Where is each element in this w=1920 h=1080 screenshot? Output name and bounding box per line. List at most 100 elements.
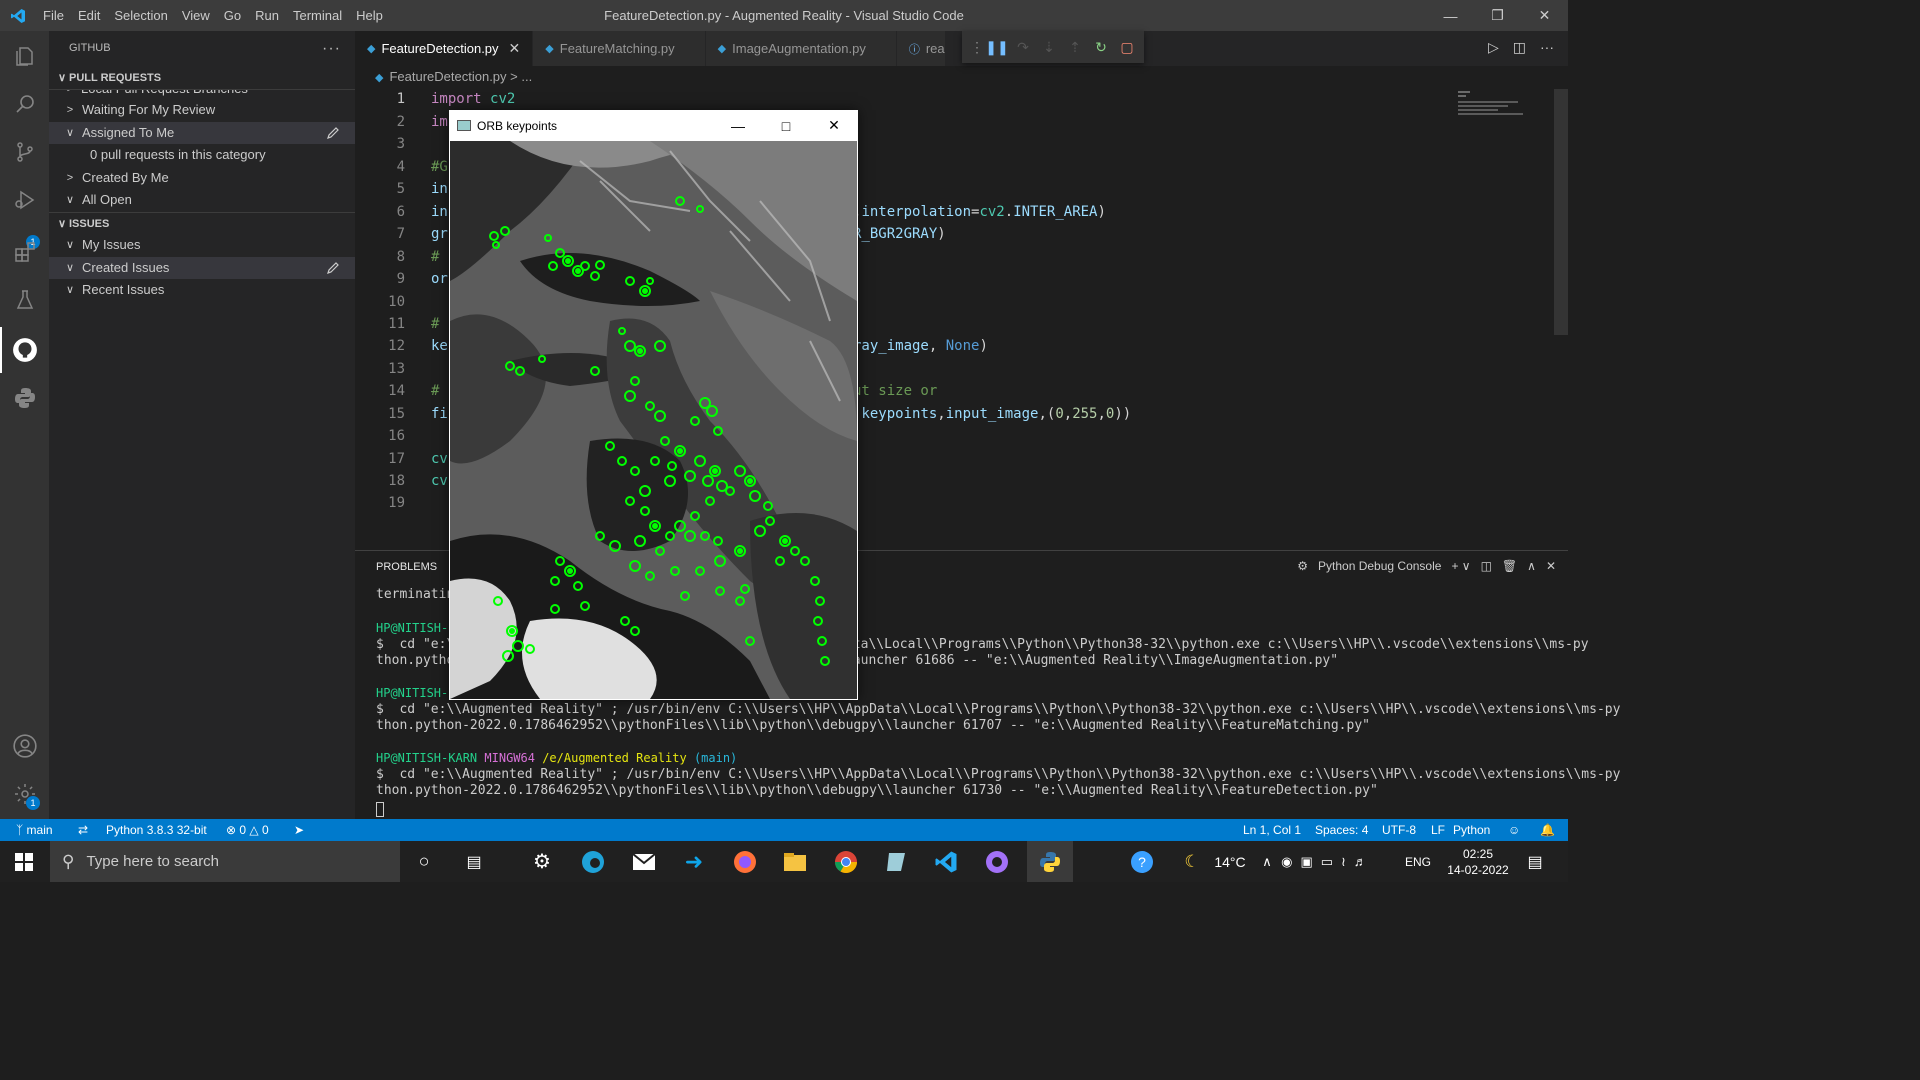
- branch-status[interactable]: ᛉ main: [16, 819, 53, 841]
- python-interpreter[interactable]: Python 3.8.3 32-bit: [106, 819, 207, 841]
- problems-status[interactable]: ⊗ 0 △ 0: [226, 819, 269, 841]
- system-tray-icons[interactable]: ◉ ▣ ▭ ≀ ♬: [1280, 841, 1368, 882]
- pr-assigned-to-me[interactable]: ∨ Assigned To Me: [49, 122, 355, 144]
- settings-app-icon[interactable]: ⚙: [522, 841, 562, 882]
- drag-handle-icon[interactable]: ⋮⋮: [970, 39, 998, 56]
- close-tab-icon[interactable]: ✕: [509, 40, 521, 57]
- line-ending[interactable]: LF: [1431, 819, 1445, 841]
- terminal-selector[interactable]: Python Debug Console: [1318, 559, 1441, 573]
- menu-help[interactable]: Help: [349, 0, 390, 31]
- tab-feature-detection[interactable]: ◆ FeatureDetection.py ✕: [355, 31, 534, 66]
- run-python-icon[interactable]: ▷: [1488, 39, 1499, 56]
- edge-icon[interactable]: [573, 841, 613, 882]
- source-control-icon[interactable]: [0, 129, 49, 175]
- cv-maximize-icon[interactable]: □: [762, 110, 810, 141]
- chrome-icon[interactable]: [826, 841, 866, 882]
- menu-edit[interactable]: Edit: [71, 0, 107, 31]
- menu-run[interactable]: Run: [248, 0, 286, 31]
- minimap[interactable]: [1458, 89, 1538, 129]
- pull-requests-section[interactable]: ∨ PULL REQUESTS: [49, 67, 355, 89]
- indentation[interactable]: Spaces: 4: [1315, 819, 1368, 841]
- code-line: keypoints,input_image,(0,255,0)): [861, 406, 1132, 422]
- trash-icon[interactable]: 🗑: [1502, 559, 1517, 573]
- file-explorer-icon[interactable]: [775, 841, 815, 882]
- settings-gear-icon[interactable]: [0, 771, 49, 817]
- taskbar-search[interactable]: ⚲ Type here to search: [50, 841, 400, 882]
- menu-go[interactable]: Go: [217, 0, 248, 31]
- chevron-down-icon: ∨: [65, 194, 75, 206]
- power-automate-icon[interactable]: ➜: [674, 841, 714, 882]
- maximize-panel-icon[interactable]: ∧: [1527, 559, 1536, 573]
- step-out-icon[interactable]: ⇡: [1062, 39, 1088, 56]
- new-terminal-icon[interactable]: + ∨: [1451, 559, 1470, 573]
- task-view-icon[interactable]: ▤: [454, 841, 494, 882]
- mail-icon[interactable]: [624, 841, 664, 882]
- search-icon[interactable]: [0, 81, 49, 127]
- issues-recent-issues[interactable]: ∨ Recent Issues: [49, 279, 355, 301]
- minimize-icon[interactable]: —: [1427, 0, 1474, 31]
- notes-app-icon[interactable]: [876, 841, 916, 882]
- pr-waiting-for-review[interactable]: > Waiting For My Review: [49, 99, 355, 121]
- testing-icon[interactable]: [0, 277, 49, 323]
- more-actions-icon[interactable]: ···: [322, 31, 341, 66]
- weather-temperature[interactable]: 14°C: [1208, 841, 1252, 882]
- language-mode[interactable]: Python: [1453, 819, 1490, 841]
- restart-icon[interactable]: ↻: [1088, 39, 1114, 56]
- menu-selection[interactable]: Selection: [107, 0, 174, 31]
- extensions-icon[interactable]: [0, 229, 49, 275]
- python-icon[interactable]: [0, 375, 49, 421]
- encoding[interactable]: UTF-8: [1382, 819, 1416, 841]
- stop-icon[interactable]: ▢: [1114, 39, 1140, 56]
- local-pr-branches-item[interactable]: >Local Pull Request Branches: [49, 89, 355, 99]
- notifications-bell-icon[interactable]: 🔔: [1540, 819, 1555, 841]
- github-desktop-icon[interactable]: [977, 841, 1017, 882]
- windows-start-icon[interactable]: [0, 841, 48, 882]
- notification-center-icon[interactable]: ▤: [1520, 841, 1550, 882]
- tab-feature-matching[interactable]: ◆ FeatureMatching.py: [533, 31, 706, 66]
- cursor-position[interactable]: Ln 1, Col 1: [1243, 819, 1301, 841]
- step-into-icon[interactable]: ⇣: [1036, 39, 1062, 56]
- run-debug-icon[interactable]: [0, 177, 49, 223]
- clock[interactable]: 02:25 14-02-2022: [1440, 841, 1516, 882]
- split-editor-icon[interactable]: ◫: [1513, 39, 1526, 56]
- more-actions-icon[interactable]: ···: [1540, 39, 1554, 56]
- input-language[interactable]: ENG: [1398, 841, 1438, 882]
- step-over-icon[interactable]: ↷: [1010, 39, 1036, 56]
- firefox-icon[interactable]: [725, 841, 765, 882]
- breadcrumb-file[interactable]: FeatureDetection.py: [389, 69, 506, 84]
- pr-created-by-me[interactable]: > Created By Me: [49, 167, 355, 189]
- weather-moon-icon[interactable]: ☾: [1180, 841, 1204, 882]
- close-panel-icon[interactable]: ✕: [1546, 559, 1556, 573]
- split-terminal-icon[interactable]: ◫: [1481, 559, 1492, 573]
- tray-chevron-up-icon[interactable]: ∧: [1258, 841, 1276, 882]
- close-icon[interactable]: ✕: [1521, 0, 1568, 31]
- feedback-icon[interactable]: ☺: [1508, 819, 1520, 841]
- cortana-icon[interactable]: ○: [404, 841, 444, 882]
- tab-problems[interactable]: PROBLEMS: [376, 561, 437, 573]
- vscode-taskbar-icon[interactable]: [926, 841, 966, 882]
- menu-terminal[interactable]: Terminal: [286, 0, 349, 31]
- cv-window-titlebar[interactable]: ORB keypoints — □ ✕: [449, 110, 858, 141]
- menu-file[interactable]: File: [36, 0, 71, 31]
- pr-all-open[interactable]: ∨ All Open: [49, 189, 355, 211]
- tab-image-augmentation[interactable]: ◆ ImageAugmentation.py: [705, 31, 897, 66]
- github-icon[interactable]: [0, 327, 49, 373]
- pause-icon[interactable]: ❚❚: [984, 39, 1010, 56]
- issues-section[interactable]: ∨ ISSUES: [49, 212, 355, 234]
- tab-readme[interactable]: ⓘ rea: [896, 31, 946, 66]
- issues-created-issues[interactable]: ∨ Created Issues: [49, 257, 355, 279]
- help-icon[interactable]: ?: [1125, 841, 1159, 882]
- chevron-right-icon: >: [66, 172, 74, 184]
- menu-view[interactable]: View: [175, 0, 217, 31]
- cv-close-icon[interactable]: ✕: [810, 110, 858, 141]
- sync-icon[interactable]: ⇄: [78, 819, 88, 841]
- issues-my-issues[interactable]: ∨ My Issues: [49, 234, 355, 256]
- code-line: in: [431, 181, 448, 197]
- editor-scrollbar[interactable]: [1554, 89, 1568, 335]
- python-taskbar-icon[interactable]: [1027, 841, 1073, 882]
- cv-minimize-icon[interactable]: —: [714, 110, 762, 141]
- explorer-icon[interactable]: [0, 33, 49, 79]
- accounts-icon[interactable]: [0, 723, 49, 769]
- live-share-icon[interactable]: ➤: [294, 819, 304, 841]
- restore-icon[interactable]: ❐: [1474, 0, 1521, 31]
